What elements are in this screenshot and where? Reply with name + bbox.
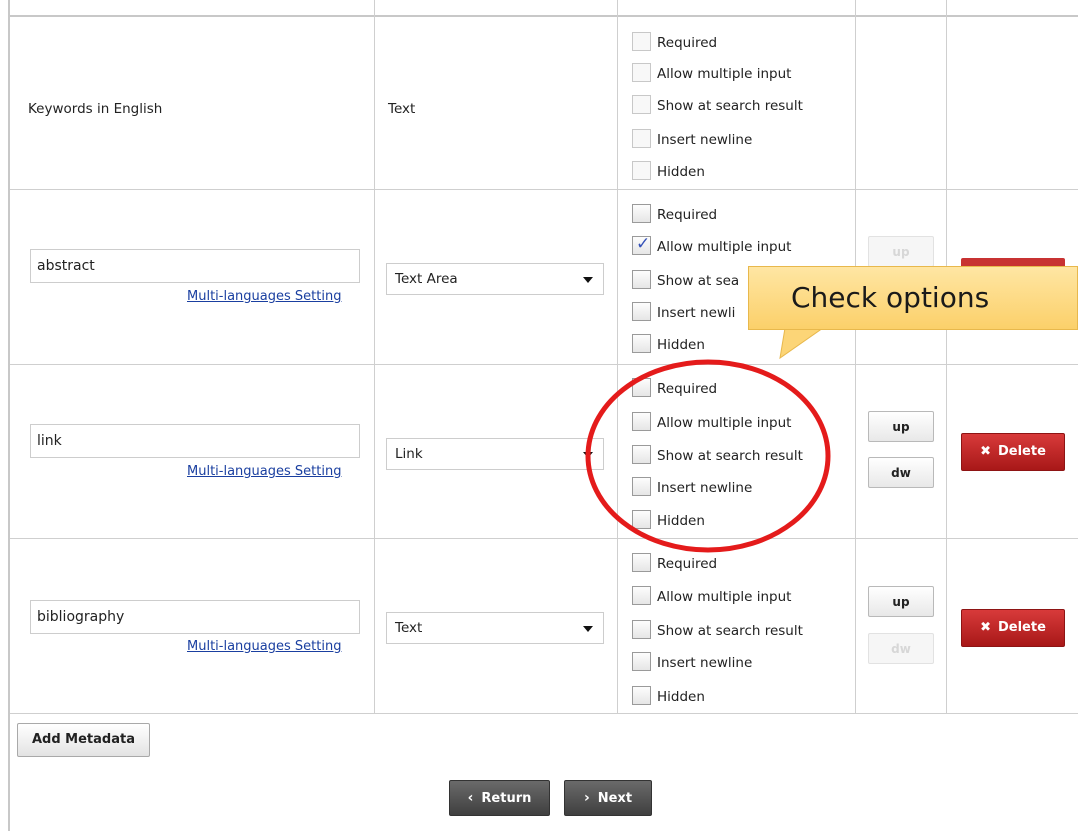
highlight-circle — [585, 359, 831, 553]
callout-pointer — [779, 328, 824, 360]
highlight-annotation — [585, 359, 831, 553]
callout-text: Check options — [791, 281, 990, 314]
callout-box: Check options — [748, 266, 1078, 330]
